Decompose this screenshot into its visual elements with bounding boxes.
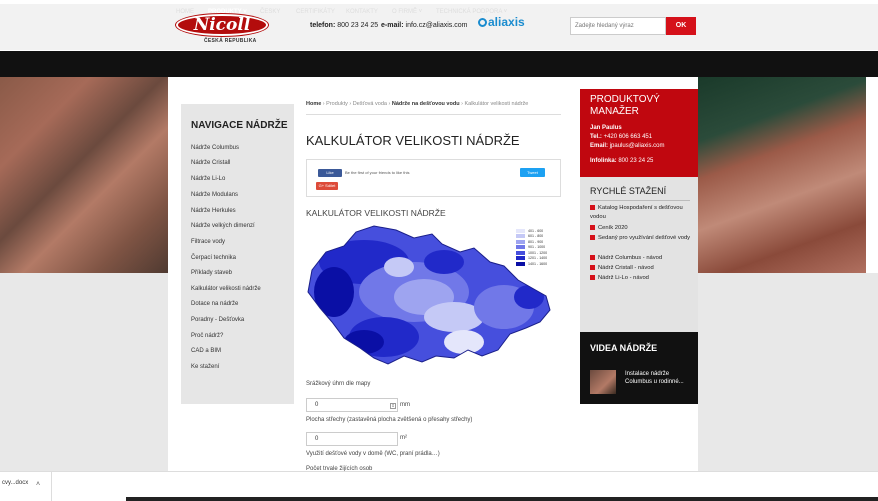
legend-entry: 1001 - 1200 <box>516 250 547 255</box>
download-link[interactable]: Nádrž Columbus - návod <box>590 254 694 263</box>
stepper-icon[interactable]: ⇕ <box>390 403 396 409</box>
nav-cesky[interactable]: ČESKY <box>260 9 280 15</box>
breadcrumb: Home › Produkty › Dešťová voda › Nádrže … <box>306 101 529 107</box>
facebook-like-button[interactable]: Like <box>318 169 342 177</box>
page-title: KALKULÁTOR VELIKOSTI NÁDRŽE <box>306 133 520 148</box>
nav-produkty[interactable]: PRODUKTY ˅ <box>208 9 247 15</box>
left-nav-title: NAVIGACE NÁDRŽE <box>191 120 288 131</box>
legend-swatch <box>516 245 525 249</box>
nav-home[interactable]: HOME <box>176 9 194 15</box>
search-input[interactable]: Zadejte hledaný výraz <box>570 17 666 35</box>
legend-entry: 1401 - 1600 <box>516 261 547 266</box>
download-link[interactable]: Ceník 2020 <box>590 224 694 233</box>
legend-swatch <box>516 256 525 260</box>
left-nav-item[interactable]: Nádrže Cristall <box>191 160 230 166</box>
nicoll-logo[interactable]: Nicoll <box>176 14 268 36</box>
breadcrumb-current: Kalkulátor velikosti nádrže <box>464 101 529 107</box>
video-link[interactable]: Instalace nádrže Columbus u rodinné... <box>625 370 695 386</box>
legend-swatch <box>516 234 525 238</box>
legend-swatch <box>516 250 525 255</box>
background-rocks-left <box>0 77 168 273</box>
left-nav-item[interactable]: Filtrace vody <box>191 239 225 245</box>
background-rocks-right <box>698 77 866 273</box>
downloads-title: RYCHLÉ STAŽENÍ <box>590 186 667 196</box>
manager-name: Jan Paulus <box>590 125 622 131</box>
downloads-divider <box>590 200 690 201</box>
manager-title: PRODUKTOVÝ MANAŽER <box>590 94 660 117</box>
nav-technicka-podpora[interactable]: TECHNICKÁ PODPORA ˅ <box>436 9 507 15</box>
breadcrumb-home[interactable]: Home <box>306 101 321 107</box>
left-nav-item[interactable]: Dotace na nádrže <box>191 301 238 307</box>
calculator-title: KALKULÁTOR VELIKOSTI NÁDRŽE <box>306 208 446 218</box>
video-title: VIDEA NÁDRŽE <box>590 343 658 353</box>
legend-entry: 1201 - 1400 <box>516 256 547 261</box>
left-nav-item-active[interactable]: Kalkulátor velikosti nádrže <box>191 286 261 292</box>
download-link[interactable]: Nádrž Li-Lo - návod <box>590 274 694 283</box>
legend-entry: 401 - 600 <box>516 228 547 233</box>
downloaded-file[interactable]: cvy...docx <box>0 471 52 501</box>
map-legend: 401 - 600 601 - 800 801 - 900 901 - 1000… <box>516 228 547 267</box>
rainfall-label: Srážkový úhrn dle mapy <box>306 381 371 387</box>
roof-area-label: Plocha střechy (zastavěná plocha zvětšen… <box>306 417 473 423</box>
manager-phone: Tel.: +420 606 663 451 <box>590 134 653 140</box>
breadcrumb-divider <box>306 114 561 115</box>
left-nav-item[interactable]: Nádrže Herkules <box>191 208 236 214</box>
nav-kontakty[interactable]: KONTAKTY <box>346 9 378 15</box>
left-nav-item[interactable]: Nádrže Modulans <box>191 192 238 198</box>
aliaxis-ring-icon <box>478 18 487 27</box>
legend-entry: 901 - 1000 <box>516 245 547 250</box>
legend-entry: 601 - 800 <box>516 234 547 239</box>
video-thumbnail[interactable] <box>590 370 616 394</box>
nav-certifikaty[interactable]: CERTIFIKÁTY <box>296 9 335 15</box>
email-contact[interactable]: e-mail: info.cz@aliaxis.com <box>381 22 467 29</box>
usage-label: Využití dešťové vody v domě (WC, praní p… <box>306 451 440 457</box>
aliaxis-logo[interactable]: aliaxis <box>478 15 525 29</box>
download-link[interactable]: Sedaný pro využívání dešťové vody <box>590 234 694 243</box>
breadcrumb-link[interactable]: Produkty <box>326 101 348 107</box>
rainfall-input[interactable]: 0 <box>306 398 398 412</box>
left-nav-item[interactable]: CAD a BIM <box>191 348 221 354</box>
chevron-up-icon[interactable]: ˄ <box>36 481 40 488</box>
share-box <box>306 159 561 197</box>
manager-hotline: Infolinka: 800 23 24 25 <box>590 158 654 164</box>
tweet-button[interactable]: Tweet <box>520 168 545 177</box>
phone-contact: telefon: 800 23 24 25 <box>310 22 379 29</box>
breadcrumb-link[interactable]: Nádrže na dešťovou vodu <box>392 101 460 107</box>
left-nav-item[interactable]: Ke stažení <box>191 364 219 370</box>
search-button[interactable]: OK <box>666 17 696 35</box>
facebook-like-text: Be the first of your friends to like thi… <box>345 170 410 175</box>
legend-swatch <box>516 228 525 233</box>
breadcrumb-link[interactable]: Dešťová voda <box>353 101 387 107</box>
left-nav-item[interactable]: Proč nádrž? <box>191 333 223 339</box>
download-link[interactable]: Katalog Hospodaření s dešťovou vodou <box>590 204 694 222</box>
logo-subtitle: ČESKÁ REPUBLIKA <box>204 38 257 44</box>
main-nav <box>0 51 878 77</box>
download-link[interactable]: Nádrž Cristall - návod <box>590 264 694 273</box>
google-share-button[interactable]: G+ Sdílet <box>316 182 338 190</box>
roof-area-unit: m² <box>400 435 407 441</box>
legend-entry: 801 - 900 <box>516 239 547 244</box>
left-nav-item[interactable]: Nádrže Li-Lo <box>191 176 225 182</box>
left-nav-item[interactable]: Nádrže Columbus <box>191 145 239 151</box>
taskbar-strip <box>126 497 878 501</box>
left-nav-item[interactable]: Nádrže velkých dimenzí <box>191 223 255 229</box>
legend-swatch <box>516 239 525 244</box>
left-nav-item[interactable]: Čerpací technika <box>191 255 236 261</box>
nav-o-firme[interactable]: O FIRMĚ ˅ <box>392 9 422 15</box>
roof-area-input[interactable]: 0 <box>306 432 398 446</box>
left-nav-item[interactable]: Poradny - Dešťovka <box>191 317 244 323</box>
legend-swatch <box>516 261 525 266</box>
manager-email[interactable]: Email: jpaulus@aliaxis.com <box>590 143 664 149</box>
left-nav-item[interactable]: Příklady staveb <box>191 270 232 276</box>
rainfall-unit: mm <box>400 402 410 408</box>
